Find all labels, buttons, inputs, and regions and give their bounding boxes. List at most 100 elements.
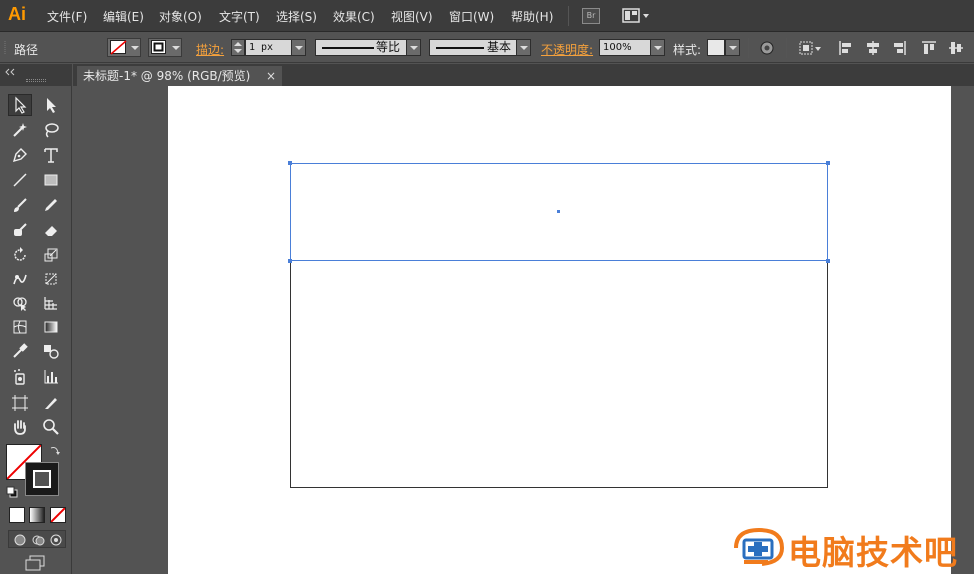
- menu-file[interactable]: 文件(F): [47, 8, 87, 25]
- grip-icon[interactable]: [26, 79, 46, 82]
- color-mode-button[interactable]: [9, 507, 25, 523]
- draw-normal-icon[interactable]: [13, 533, 27, 547]
- close-icon[interactable]: ×: [266, 66, 276, 86]
- magic-wand-icon: [13, 123, 27, 137]
- zoom-tool[interactable]: [39, 416, 63, 438]
- direct-selection-icon: [47, 98, 56, 113]
- chevron-down-icon: [410, 46, 418, 50]
- artwork-layer: [288, 161, 830, 488]
- brush-definition-select[interactable]: 基本: [429, 39, 517, 56]
- warp-tool[interactable]: [8, 268, 32, 290]
- document-tab[interactable]: 未标题-1* @ 98% (RGB/预览) ×: [77, 66, 282, 86]
- canvas-area[interactable]: [73, 86, 974, 574]
- align-to-selection-icon[interactable]: [798, 40, 824, 56]
- direct-selection-tool[interactable]: [39, 94, 63, 116]
- control-bar-separator: [748, 38, 749, 58]
- align-horizontal-center-icon[interactable]: [865, 40, 881, 56]
- toolbar-header[interactable]: [0, 64, 72, 86]
- draw-behind-icon[interactable]: [31, 533, 45, 547]
- perspective-grid-tool[interactable]: [39, 292, 63, 314]
- align-right-icon[interactable]: [891, 40, 907, 56]
- symbol-sprayer-tool[interactable]: [8, 366, 32, 388]
- draw-modes-group: [8, 530, 66, 548]
- eraser-tool[interactable]: [39, 219, 63, 241]
- menu-window[interactable]: 窗口(W): [449, 8, 494, 25]
- hand-tool[interactable]: [8, 416, 32, 438]
- warp-icon: [13, 274, 27, 285]
- stroke-swatch[interactable]: [25, 462, 59, 496]
- swap-fill-stroke-icon[interactable]: [49, 444, 61, 456]
- default-fill-stroke-icon[interactable]: [6, 486, 18, 498]
- stroke-profile-dropdown[interactable]: [406, 39, 421, 56]
- stroke-line-preview: [322, 47, 374, 49]
- arrow-up-icon: [234, 42, 242, 46]
- graphic-style-swatch[interactable]: [707, 39, 725, 56]
- gradient-tool[interactable]: [39, 316, 63, 338]
- menu-select[interactable]: 选择(S): [276, 8, 317, 25]
- perspective-grid-icon: [44, 297, 57, 310]
- tools-panel: [0, 86, 72, 574]
- pen-nib-icon: [12, 148, 27, 163]
- stroke-weight-input[interactable]: 1 px: [245, 39, 292, 56]
- menu-type[interactable]: 文字(T): [219, 8, 260, 25]
- eyedropper-tool[interactable]: [8, 340, 32, 362]
- rotate-icon: [14, 247, 26, 261]
- selection-handle-bottom-right[interactable]: [826, 259, 830, 263]
- artboard-tool[interactable]: [8, 392, 32, 414]
- rotate-tool[interactable]: [8, 244, 32, 266]
- graphic-style-dropdown[interactable]: [725, 39, 740, 56]
- blob-brush-icon: [14, 223, 27, 236]
- selection-handle-top-left[interactable]: [288, 161, 292, 165]
- opacity-label[interactable]: 不透明度:: [541, 41, 593, 58]
- pen-tool[interactable]: [8, 144, 32, 166]
- slice-tool[interactable]: [39, 392, 63, 414]
- stroke-label[interactable]: 描边:: [196, 41, 224, 58]
- recolor-artwork-icon[interactable]: [759, 40, 775, 56]
- opacity-dropdown[interactable]: [650, 39, 665, 56]
- menu-help[interactable]: 帮助(H): [511, 8, 553, 25]
- align-vertical-center-icon[interactable]: [948, 40, 964, 56]
- screen-mode-icon[interactable]: [24, 555, 46, 573]
- lasso-tool[interactable]: [39, 119, 63, 141]
- draw-inside-icon[interactable]: [49, 533, 63, 547]
- pencil-tool[interactable]: [39, 194, 63, 216]
- stroke-weight-stepper[interactable]: [231, 39, 245, 56]
- align-top-icon[interactable]: [921, 40, 937, 56]
- align-left-icon[interactable]: [838, 40, 854, 56]
- blob-brush-tool[interactable]: [8, 219, 32, 241]
- bar-graph-icon: [44, 370, 58, 384]
- menu-view[interactable]: 视图(V): [391, 8, 433, 25]
- workspace-switcher-button[interactable]: [622, 8, 650, 24]
- magic-wand-tool[interactable]: [8, 119, 32, 141]
- stroke-weight-dropdown[interactable]: [291, 39, 306, 56]
- arrow-down-icon: [234, 49, 242, 53]
- selection-tool[interactable]: [8, 94, 32, 116]
- rectangle-tool[interactable]: [39, 169, 63, 191]
- stroke-color-button[interactable]: [148, 38, 182, 57]
- magnifier-icon: [43, 419, 59, 435]
- gradient-mode-button[interactable]: [29, 507, 45, 523]
- scale-tool[interactable]: [39, 244, 63, 266]
- line-segment-tool[interactable]: [8, 169, 32, 191]
- brush-dropdown[interactable]: [516, 39, 531, 56]
- collapse-panel-icon[interactable]: [4, 68, 16, 76]
- menu-edit[interactable]: 编辑(E): [103, 8, 144, 25]
- paintbrush-tool[interactable]: [8, 194, 32, 216]
- selection-center-point[interactable]: [557, 210, 560, 213]
- column-graph-tool[interactable]: [39, 366, 63, 388]
- opacity-input[interactable]: 100%: [599, 39, 651, 56]
- selection-handle-bottom-left[interactable]: [288, 259, 292, 263]
- mesh-tool[interactable]: [8, 316, 32, 338]
- type-tool[interactable]: [39, 144, 63, 166]
- bridge-button[interactable]: Br: [582, 8, 600, 24]
- menu-effect[interactable]: 效果(C): [333, 8, 375, 25]
- selection-handle-top-right[interactable]: [826, 161, 830, 165]
- none-mode-button[interactable]: [50, 507, 66, 523]
- free-transform-tool[interactable]: [39, 268, 63, 290]
- fill-color-button[interactable]: [107, 38, 141, 57]
- blend-tool[interactable]: [39, 340, 63, 362]
- stroke-profile-select[interactable]: 等比: [315, 39, 407, 56]
- menu-object[interactable]: 对象(O): [159, 8, 202, 25]
- shape-builder-tool[interactable]: [8, 292, 32, 314]
- document-tab-bar: 未标题-1* @ 98% (RGB/预览) ×: [73, 64, 974, 86]
